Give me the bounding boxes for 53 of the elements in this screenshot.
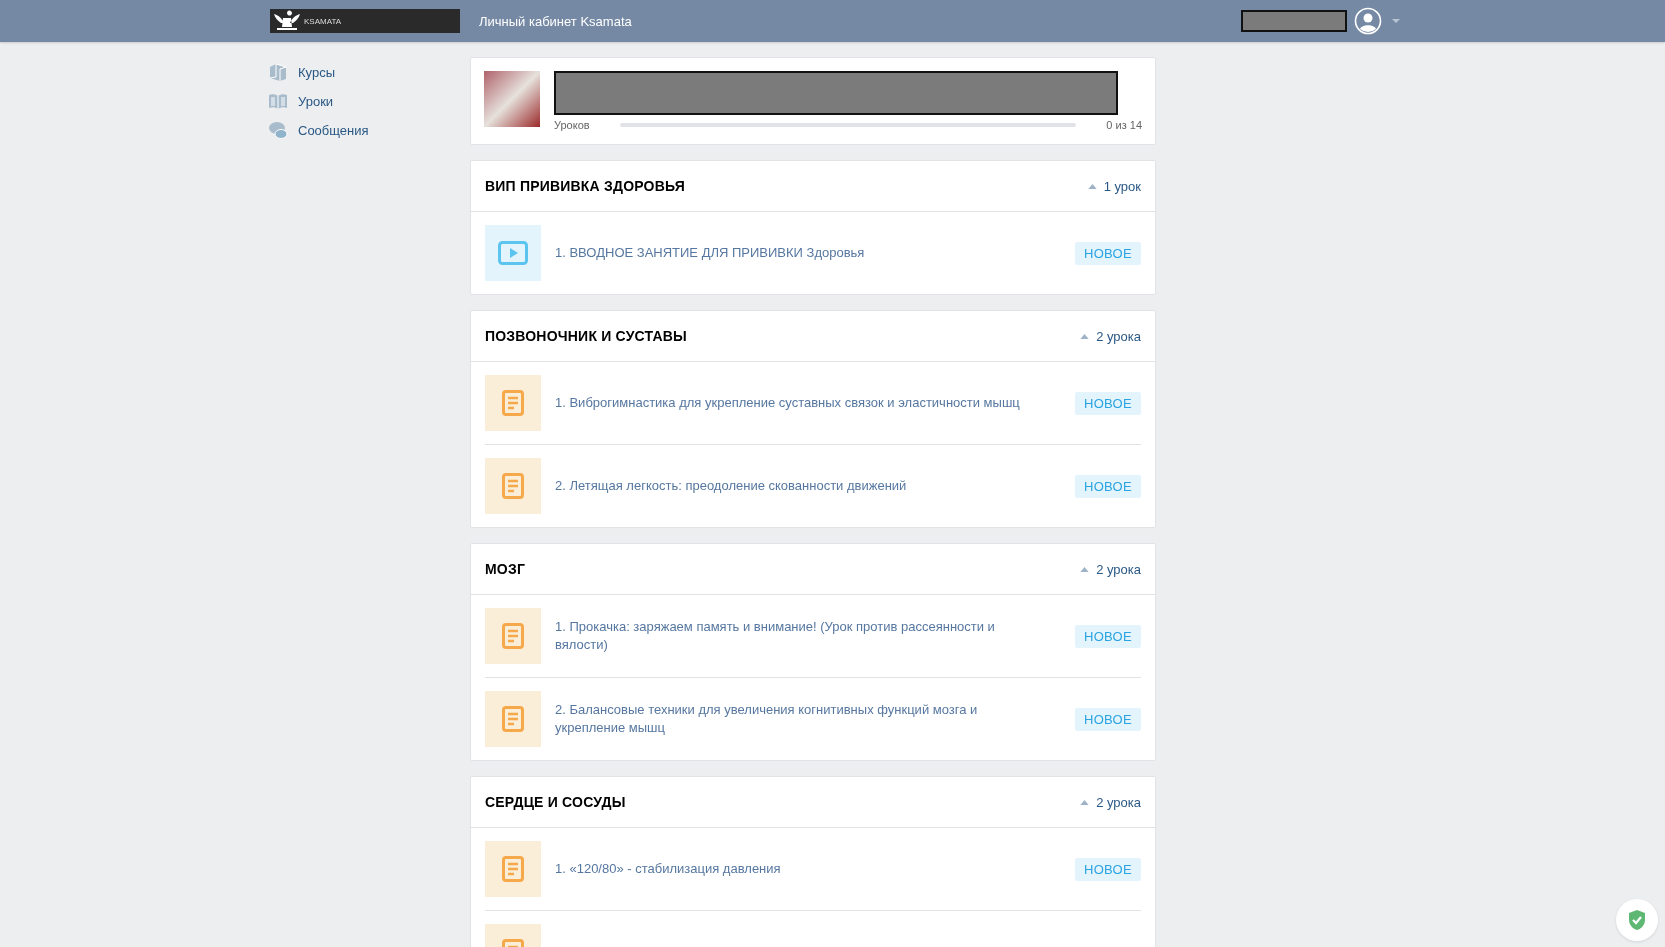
document-icon — [502, 856, 524, 882]
logo[interactable]: KSAMATA — [270, 9, 460, 33]
play-icon — [498, 241, 528, 265]
photo-placeholder — [484, 71, 540, 127]
new-badge: НОВОЕ — [1074, 624, 1141, 648]
lesson-count-toggle[interactable]: 2 урока — [1080, 794, 1141, 810]
open-book-icon — [268, 91, 288, 111]
section-title: СЕРДЦЕ И СОСУДЫ — [485, 794, 626, 810]
lesson-count-toggle[interactable]: 1 урок — [1087, 178, 1141, 194]
section-title: МОЗГ — [485, 561, 526, 577]
section-title: ПОЗВОНОЧНИК И СУСТАВЫ — [485, 328, 687, 344]
document-thumbnail[interactable] — [485, 691, 541, 747]
lesson-link[interactable]: 2. Летящая легкость: преодоление скованности движений — [555, 477, 1061, 495]
progress-label: Уроков — [554, 119, 590, 131]
triangle-icon — [1087, 183, 1097, 189]
lesson-link[interactable]: 2. Балансовые техники для увеличения когнитивных функций мозга и укрепление мышц — [555, 701, 1061, 737]
new-badge: НОВОЕ — [1074, 241, 1141, 265]
lesson-link[interactable]: 1. ВВОДНОЕ ЗАНЯТИЕ ДЛЯ ПРИВИВКИ Здоровья — [555, 244, 1061, 262]
document-thumbnail[interactable] — [485, 608, 541, 664]
lesson-link[interactable]: 1. Виброгимнастика для укрепление суставных связок и эластичности мышц — [555, 394, 1061, 412]
section-title: ВИП ПРИВИВКА ЗДОРОВЬЯ — [485, 178, 685, 194]
document-icon — [502, 623, 524, 649]
new-badge: НОВОЕ — [1074, 857, 1141, 881]
books-icon — [268, 62, 288, 82]
shield-button[interactable] — [1616, 899, 1658, 941]
lesson-count-toggle[interactable]: 2 урока — [1080, 561, 1141, 577]
cabinet-title: Личный кабинет Ksamata — [479, 13, 632, 29]
lesson-count-toggle[interactable]: 2 урока — [1080, 328, 1141, 344]
triangle-icon — [1080, 333, 1090, 339]
sidebar-item[interactable]: Уроки — [268, 91, 470, 111]
sidebar-item[interactable]: Курсы — [268, 62, 470, 82]
document-icon — [502, 390, 524, 416]
document-icon — [502, 706, 524, 732]
logo-text: KSAMATA — [304, 16, 342, 26]
triangle-icon — [1080, 566, 1090, 572]
lesson-link[interactable]: 1. «120/80» - стабилизация давления — [555, 860, 1061, 878]
shield-check-icon — [1627, 909, 1647, 931]
caret-icon[interactable] — [1392, 18, 1400, 24]
document-icon — [502, 473, 524, 499]
document-thumbnail[interactable] — [485, 458, 541, 514]
lesson-link[interactable]: 1. Прокачка: заряжаем память и внимание! (Урок против рассеянности и вялости) — [555, 618, 1061, 654]
document-thumbnail[interactable] — [485, 375, 541, 431]
sidebar-item[interactable]: Сообщения — [268, 120, 470, 140]
lotus-figure-icon — [272, 10, 302, 32]
new-badge: НОВОЕ — [1074, 474, 1141, 498]
new-badge: НОВОЕ — [1074, 391, 1141, 415]
user-avatar-icon[interactable] — [1354, 7, 1382, 35]
chat-bubbles-icon — [268, 120, 288, 140]
progress-count: 0 из 14 — [1106, 119, 1142, 131]
document-thumbnail[interactable] — [485, 841, 541, 897]
video-thumbnail[interactable] — [485, 225, 541, 281]
triangle-icon — [1080, 799, 1090, 805]
new-badge: НОВОЕ — [1074, 707, 1141, 731]
